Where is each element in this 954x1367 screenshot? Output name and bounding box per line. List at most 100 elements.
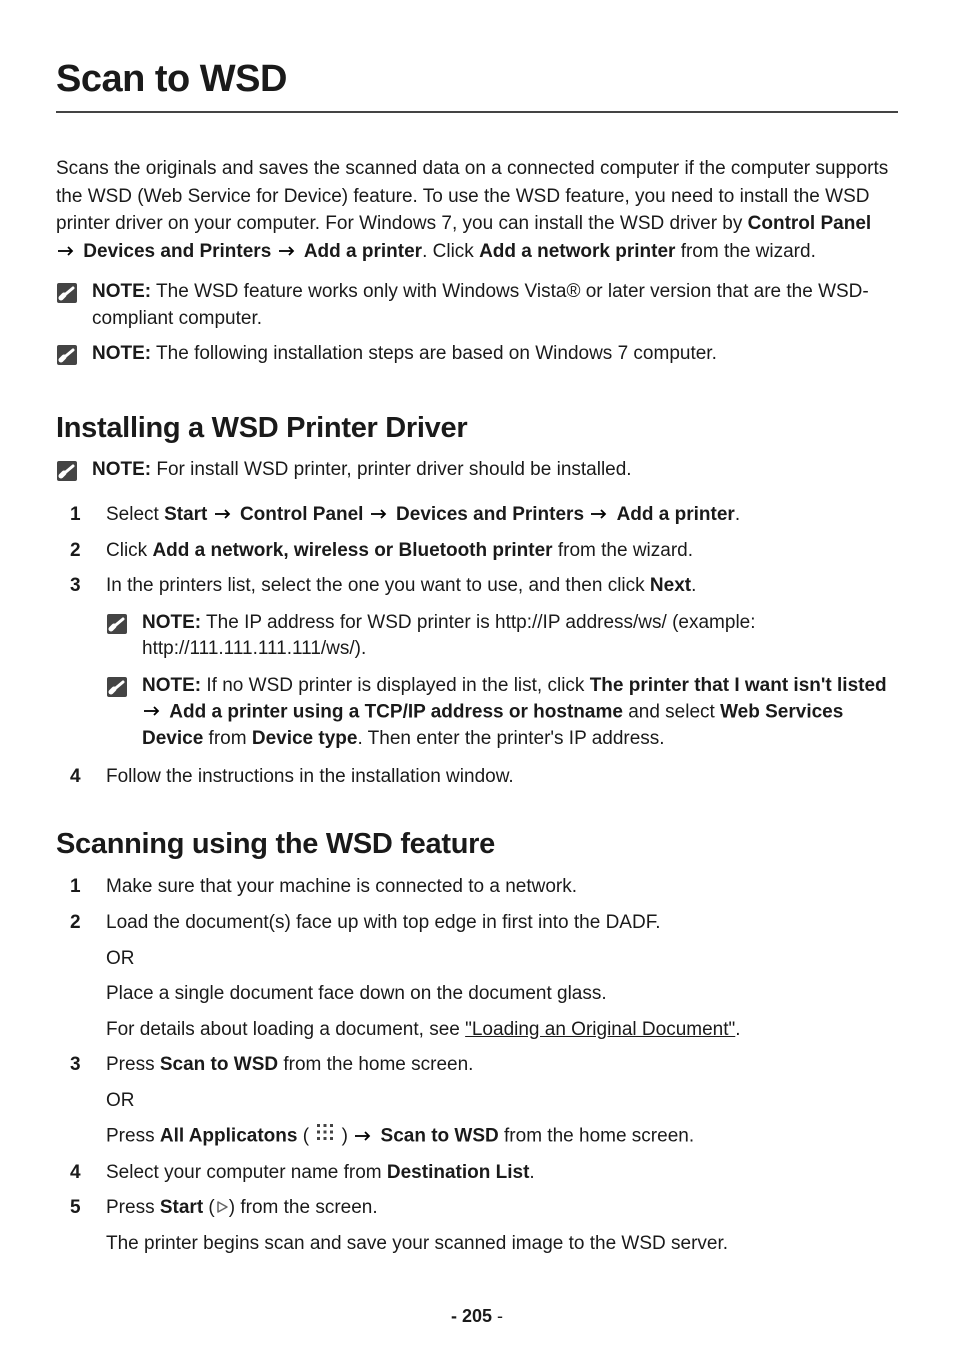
intro-bold-add-printer: Add a printer <box>304 241 422 262</box>
step-text: Press <box>106 1197 160 1218</box>
note-2-text: NOTE: The following installation steps a… <box>92 341 898 368</box>
note-body: from <box>203 728 252 749</box>
section-heading-installing: Installing a WSD Printer Driver <box>56 412 898 445</box>
step-text: ( <box>297 1126 314 1147</box>
note-label: NOTE: <box>92 459 151 480</box>
step-bold: Next <box>650 575 691 596</box>
step-bold: All Applicatons <box>160 1126 298 1147</box>
step-text: from the wizard. <box>553 540 693 561</box>
note-body: The IP address for WSD printer is http:/… <box>142 612 756 660</box>
step-bold: Scan to WSD <box>160 1054 278 1075</box>
intro-text-3: from the wizard. <box>675 241 815 262</box>
note-1-text: NOTE: The WSD feature works only with Wi… <box>92 279 898 332</box>
step-or: OR <box>106 945 898 973</box>
arrow-icon <box>58 238 76 266</box>
step-4: Select your computer name from Destinati… <box>56 1159 898 1187</box>
step3-note2: NOTE: If no WSD printer is displayed in … <box>106 673 898 753</box>
arrow-icon <box>144 699 162 726</box>
step-bold: Control Panel <box>240 504 364 525</box>
step-text: Follow the instructions in the installat… <box>106 766 514 787</box>
note-text: NOTE: The IP address for WSD printer is … <box>142 610 898 663</box>
arrow-icon <box>215 501 233 529</box>
note-label: NOTE: <box>142 612 201 633</box>
step-text: In the printers list, select the one you… <box>106 575 650 596</box>
page-number-value: 205 <box>462 1306 492 1326</box>
intro-paragraph: Scans the originals and saves the scanne… <box>56 155 898 265</box>
step-text: Place a single document face down on the… <box>106 980 898 1008</box>
step-text: Select your computer name from <box>106 1162 387 1183</box>
step-bold: Scan to WSD <box>381 1126 499 1147</box>
note-icon <box>56 460 78 491</box>
step-text: . <box>529 1162 534 1183</box>
section1-steps: Select Start Control Panel Devices and P… <box>56 501 898 791</box>
note-icon <box>56 344 78 375</box>
step-5: Press Start ( ) from the screen. The prin… <box>56 1194 898 1257</box>
intro-bold-add-network: Add a network printer <box>479 241 675 262</box>
step-bold: Add a network, wireless or Bluetooth pri… <box>152 540 552 561</box>
note-label: NOTE: <box>142 675 201 696</box>
step-text: from the home screen. <box>499 1126 694 1147</box>
step-text: . <box>735 1019 740 1040</box>
note-icon <box>106 613 128 644</box>
note-bold: Add a printer using a TCP/IP address or … <box>169 702 623 723</box>
step-3: Press Scan to WSD from the home screen. … <box>56 1051 898 1151</box>
note-icon <box>106 676 128 707</box>
step3-note1: NOTE: The IP address for WSD printer is … <box>106 610 898 663</box>
step-text: The printer begins scan and save your sc… <box>106 1230 898 1258</box>
intro-bold-control-panel: Control Panel <box>748 213 872 234</box>
section-heading-scanning: Scanning using the WSD feature <box>56 828 898 861</box>
section1-note: NOTE: For install WSD printer, printer d… <box>56 457 898 491</box>
step-text: Make sure that your machine is connected… <box>106 876 577 897</box>
step-text: Press <box>106 1054 160 1075</box>
step-text: Click <box>106 540 152 561</box>
play-triangle-icon <box>215 1195 229 1223</box>
note-text: NOTE: If no WSD printer is displayed in … <box>142 673 898 753</box>
step-text: . <box>735 504 740 525</box>
step-2: Click Add a network, wireless or Bluetoo… <box>56 537 898 565</box>
step-2: Load the document(s) face up with top ed… <box>56 909 898 1043</box>
step-text: ) <box>336 1126 353 1147</box>
note-body: If no WSD printer is displayed in the li… <box>201 675 590 696</box>
note-body: . Then enter the printer's IP address. <box>357 728 664 749</box>
step-text: ) from the screen. <box>229 1197 378 1218</box>
step-bold: Start <box>164 504 207 525</box>
note-bold: Device type <box>252 728 358 749</box>
step-bold: Destination List <box>387 1162 530 1183</box>
note-label: NOTE: <box>92 281 151 302</box>
intro-bold-devices: Devices and Printers <box>83 241 271 262</box>
page-number: - 205 - <box>56 1306 898 1327</box>
arrow-icon <box>371 501 389 529</box>
apps-grid-icon <box>315 1122 335 1151</box>
step-bold: Start <box>160 1197 203 1218</box>
step-4: Follow the instructions in the installat… <box>56 763 898 791</box>
note-body: For install WSD printer, printer driver … <box>151 459 631 480</box>
step-or: OR <box>106 1087 898 1115</box>
step-1: Make sure that your machine is connected… <box>56 873 898 901</box>
note-body: and select <box>623 702 720 723</box>
note-label: NOTE: <box>92 343 151 364</box>
note-icon <box>56 282 78 313</box>
note-body: The WSD feature works only with Windows … <box>92 281 869 329</box>
step-text: Load the document(s) face up with top ed… <box>106 909 898 937</box>
step-text: from the home screen. <box>278 1054 473 1075</box>
step-3: In the printers list, select the one you… <box>56 572 898 753</box>
note-2: NOTE: The following installation steps a… <box>56 341 898 375</box>
note-bold: The printer that I want isn't listed <box>590 675 887 696</box>
loading-document-link[interactable]: "Loading an Original Document" <box>465 1019 735 1040</box>
page-title: Scan to WSD <box>56 58 898 113</box>
step-bold: Devices and Printers <box>396 504 584 525</box>
step-bold: Add a printer <box>617 504 735 525</box>
arrow-icon <box>279 238 297 266</box>
note-body: The following installation steps are bas… <box>151 343 717 364</box>
step-text: Press <box>106 1126 160 1147</box>
intro-text-2: . Click <box>422 241 479 262</box>
section2-steps: Make sure that your machine is connected… <box>56 873 898 1257</box>
step-text: ( <box>203 1197 215 1218</box>
step-text: Select <box>106 504 164 525</box>
note-1: NOTE: The WSD feature works only with Wi… <box>56 279 898 332</box>
arrow-icon <box>355 1123 373 1151</box>
step-text: For details about loading a document, se… <box>106 1019 465 1040</box>
arrow-icon <box>591 501 609 529</box>
section1-note-text: NOTE: For install WSD printer, printer d… <box>92 457 898 484</box>
step-1: Select Start Control Panel Devices and P… <box>56 501 898 529</box>
